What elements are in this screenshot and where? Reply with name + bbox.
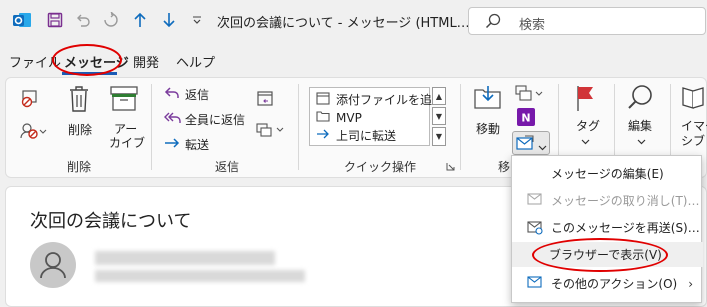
menu-item-other-actions[interactable]: その他のアクション(O) › [512, 271, 703, 296]
quick-steps-scroller: ▲ ▼ ▼ [432, 87, 446, 146]
recall-mail-icon [527, 192, 543, 209]
quick-step-label: MVP [336, 110, 362, 125]
chevron-right-icon: › [688, 276, 693, 291]
menu-item-label: メッセージの取り消し(T)… [551, 194, 700, 208]
search-placeholder: 検索 [519, 18, 546, 33]
block-sender-icon[interactable] [20, 121, 48, 144]
dialog-launcher-icon[interactable] [446, 160, 455, 174]
group-divider [460, 84, 461, 170]
menu-item-label: このメッセージを再送(S)… [551, 221, 700, 235]
undo-icon[interactable] [72, 8, 94, 32]
delete-button-label[interactable]: 削除 [68, 121, 92, 138]
delete-group-label: 削除 [67, 160, 92, 174]
quick-step-item[interactable]: 添付ファイルを追… [316, 91, 444, 108]
scroll-down-button[interactable]: ▼ [432, 107, 446, 125]
group-divider [298, 84, 299, 170]
reply-all-icon[interactable] [164, 111, 182, 128]
next-item-icon[interactable] [159, 8, 179, 32]
menu-item-recall-message: メッセージの取り消し(T)… [512, 188, 703, 213]
svg-text:N: N [521, 112, 530, 125]
actions-menu: メッセージの編集(E) メッセージの取り消し(T)… このメッセージを再送(S)… [511, 155, 703, 303]
group-divider [151, 84, 152, 170]
customize-quick-access-icon[interactable] [188, 8, 206, 32]
delete-icon[interactable] [68, 85, 90, 116]
editing-label[interactable]: 編集 [628, 117, 652, 134]
onenote-icon[interactable]: N [517, 108, 535, 129]
tab-developer[interactable]: 開発 [133, 52, 159, 71]
outlook-app-icon [10, 8, 34, 32]
move-group-label: 移 [498, 160, 511, 174]
menu-item-resend-message[interactable]: このメッセージを再送(S)… [512, 215, 703, 240]
person-icon [40, 252, 66, 279]
redacted-recipients [95, 270, 305, 282]
tags-label[interactable]: タグ [576, 117, 600, 134]
attachment-folder-icon [316, 91, 330, 108]
redacted-sender [95, 251, 275, 265]
annotation-circle-view-in-browser [532, 238, 668, 272]
immersive-reader-icon[interactable] [681, 84, 707, 113]
tab-help[interactable]: ヘルプ [176, 52, 215, 71]
forward-icon[interactable] [164, 137, 180, 152]
quick-step-label: 上司に転送 [336, 129, 397, 143]
actions-dropdown-button[interactable] [512, 131, 550, 155]
actions-mail-icon [516, 135, 534, 154]
meeting-reply-icon[interactable] [256, 89, 274, 110]
scroll-up-button[interactable]: ▲ [432, 87, 446, 105]
reply-icon[interactable] [164, 86, 180, 103]
quick-steps-group-label: クイック操作 [344, 160, 417, 174]
forward-label[interactable]: 転送 [185, 136, 209, 153]
avatar[interactable] [30, 242, 76, 288]
quick-step-item[interactable]: 上司に転送 [316, 127, 396, 144]
message-subject: 次回の会議について [30, 211, 192, 232]
flag-icon[interactable] [574, 84, 596, 115]
annotation-circle-message-tab [52, 44, 122, 76]
quick-step-label: 添付ファイルを追… [336, 93, 445, 107]
editing-chevron-icon [637, 134, 646, 148]
rules-icon[interactable] [515, 84, 545, 107]
other-actions-mail-icon [527, 275, 543, 292]
reply-all-label[interactable]: 全員に返信 [185, 111, 245, 128]
search-box[interactable]: 検索 [468, 7, 706, 35]
move-label[interactable]: 移動 [476, 120, 500, 137]
archive-label-line2[interactable]: カイブ [109, 134, 145, 151]
quick-step-item[interactable]: MVP [316, 109, 362, 126]
menu-item-label: メッセージの編集(E) [551, 167, 664, 181]
expand-gallery-button[interactable]: ▼ [432, 127, 446, 146]
chevron-down-icon [538, 140, 547, 154]
move-icon[interactable] [473, 84, 503, 113]
respond-group-label: 返信 [215, 160, 240, 174]
more-respond-icon[interactable] [256, 120, 286, 143]
quick-steps-gallery: 添付ファイルを追… MVP 上司に転送 [309, 87, 444, 146]
ignore-icon[interactable] [20, 90, 40, 111]
immersive-reader-label-line2[interactable]: シブ [681, 132, 705, 149]
menu-item-edit-message[interactable]: メッセージの編集(E) [512, 161, 703, 186]
redo-icon[interactable] [100, 8, 122, 32]
resend-mail-icon [527, 219, 543, 238]
forward-arrow-icon [316, 128, 330, 143]
find-icon[interactable] [627, 84, 655, 115]
tags-chevron-icon [581, 134, 590, 148]
reply-label[interactable]: 返信 [185, 86, 209, 103]
mvp-folder-icon [316, 109, 330, 126]
previous-item-icon[interactable] [130, 8, 150, 32]
window-title: 次回の会議について - メッセージ (HTML… [217, 16, 470, 31]
archive-icon[interactable] [110, 86, 138, 115]
save-icon[interactable] [44, 8, 66, 32]
search-icon [485, 13, 501, 32]
menu-item-label: その他のアクション(O) [551, 277, 678, 291]
